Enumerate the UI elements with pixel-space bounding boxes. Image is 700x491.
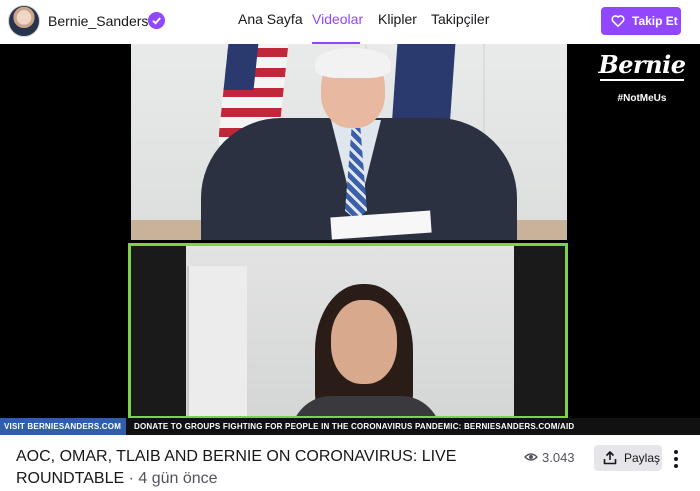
share-upload-icon — [603, 451, 617, 465]
view-count-value: 3.043 — [542, 450, 575, 465]
channel-name[interactable]: Bernie_Sanders — [48, 13, 148, 29]
aoc-video-frame — [128, 243, 568, 419]
channel-avatar[interactable] — [8, 5, 40, 37]
background-door — [187, 266, 247, 416]
follow-button[interactable]: Takip Et — [601, 7, 681, 35]
verified-check-icon — [148, 12, 165, 29]
tab-followers[interactable]: Takipçiler — [431, 11, 489, 27]
video-player[interactable]: Bernie #NotMeUs VISIT BERNIESANDERS.COM … — [0, 44, 700, 435]
channel-header: Bernie_Sanders Ana Sayfa Videolar Kliple… — [0, 0, 700, 44]
tab-videos[interactable]: Videolar — [312, 11, 363, 27]
more-vertical-icon[interactable] — [668, 447, 684, 469]
visit-site-banner: VISIT BERNIESANDERS.COM — [0, 418, 126, 435]
heart-icon — [611, 15, 625, 28]
bernie-logo-text: Bernie — [598, 50, 686, 79]
video-title-block: AOC, OMAR, TLAIB AND BERNIE ON CORONAVIR… — [16, 446, 496, 490]
bernie-logo: Bernie #NotMeUs — [592, 50, 692, 120]
hashtag-label: #NotMeUs — [617, 93, 667, 104]
video-title: AOC, OMAR, TLAIB AND BERNIE ON CORONAVIR… — [16, 448, 457, 487]
share-button[interactable]: Paylaş — [594, 445, 662, 471]
upload-age: 4 gün önce — [138, 470, 218, 487]
follow-button-label: Takip Et — [632, 14, 678, 28]
eye-icon — [524, 453, 538, 461]
tab-clips[interactable]: Klipler — [378, 11, 417, 27]
bernie-video-frame — [131, 44, 567, 240]
share-button-label: Paylaş — [624, 451, 661, 465]
view-count: 3.043 — [524, 450, 575, 465]
title-separator: · — [124, 470, 139, 487]
tab-home[interactable]: Ana Sayfa — [238, 11, 303, 27]
donate-banner: DONATE TO GROUPS FIGHTING FOR PEOPLE IN … — [126, 418, 700, 435]
